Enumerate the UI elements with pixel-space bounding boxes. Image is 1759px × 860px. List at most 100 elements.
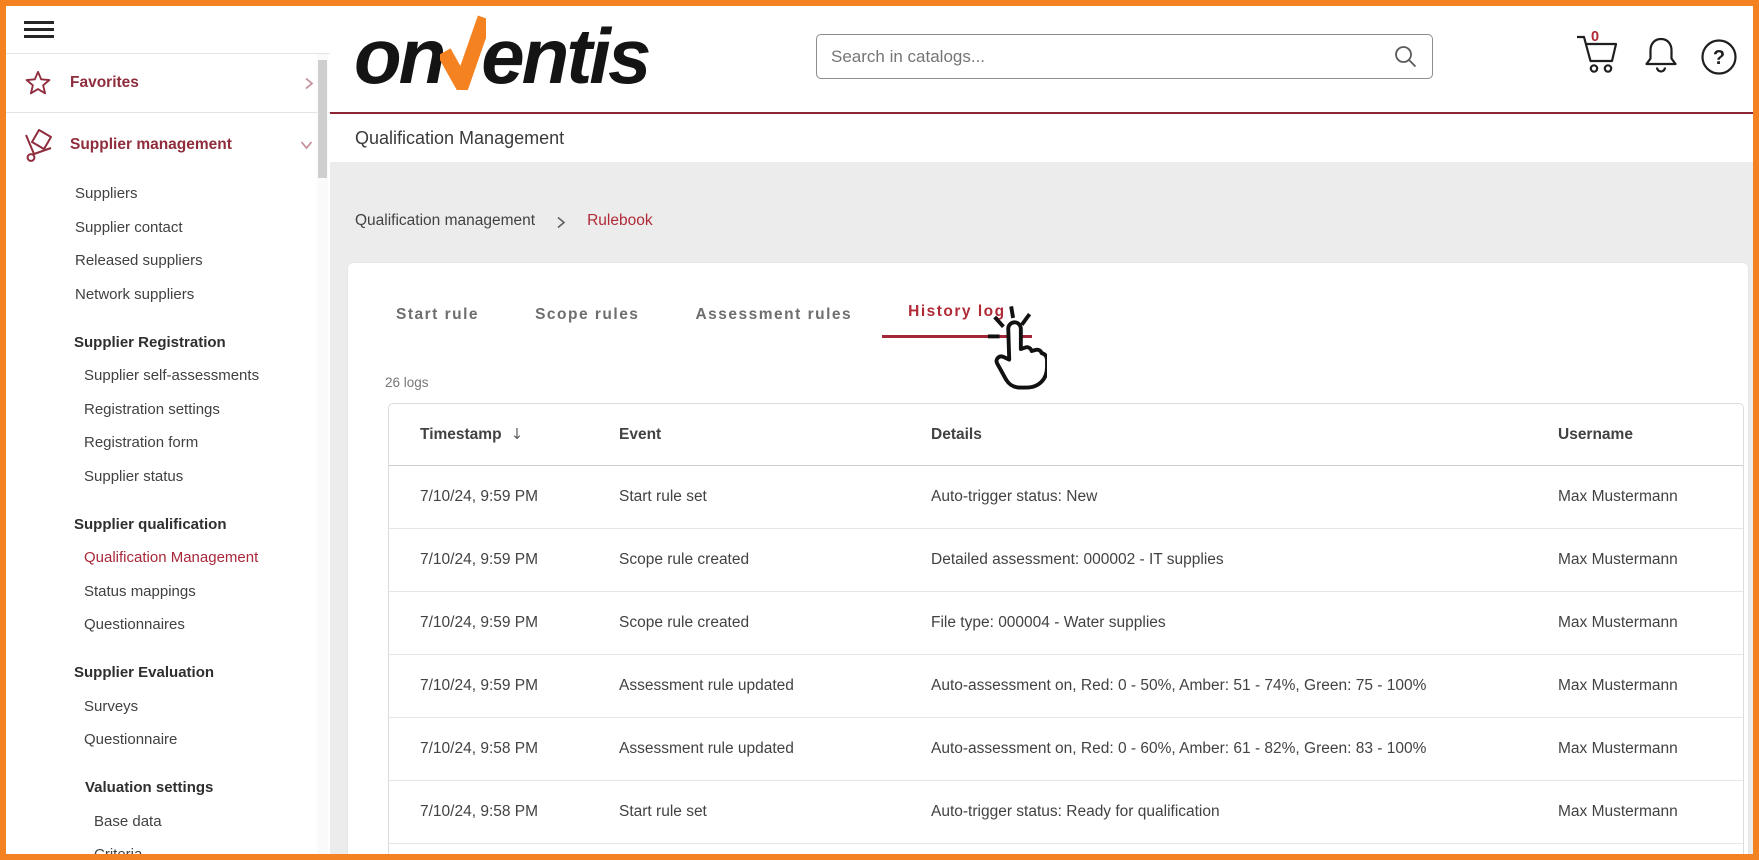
- sidebar-menu-item[interactable]: Supplier Registration: [6, 326, 330, 360]
- breadcrumb: Qualification management Rulebook: [355, 212, 653, 230]
- breadcrumb-chevron-icon: [556, 215, 566, 230]
- tab[interactable]: Assessment rules: [695, 306, 852, 338]
- top-header: onentis 0: [330, 6, 1753, 114]
- hand-truck-icon: [21, 128, 55, 162]
- sidebar-menu-item-label: Supplier Registration: [74, 334, 226, 351]
- hamburger-menu-icon[interactable]: [24, 16, 54, 42]
- sidebar-menu-item[interactable]: Valuation settings: [6, 771, 330, 805]
- app-window: Favorites Supplier management: [0, 0, 1759, 860]
- onventis-logo: onentis: [354, 10, 648, 109]
- table-row[interactable]: 7/10/24, 9:59 PM Start rule set Auto-tri…: [389, 466, 1743, 529]
- cell-timestamp: 7/10/24, 9:58 PM: [389, 718, 619, 781]
- sidebar-menu-item[interactable]: Supplier qualification: [6, 508, 330, 542]
- sidebar-menu-item[interactable]: Qualification Management: [6, 541, 330, 575]
- sidebar-menu-item[interactable]: Supplier status: [6, 460, 330, 494]
- sidebar-menu-item-label: Surveys: [84, 698, 138, 715]
- column-header-event[interactable]: Event: [619, 404, 931, 466]
- cell-timestamp: 7/10/24, 9:59 PM: [389, 466, 619, 529]
- table-header-row: Timestamp↓ Event Details Username: [389, 404, 1743, 466]
- cell-username: Max Mustermann: [1558, 781, 1743, 844]
- cell-username: Max Mustermann: [1558, 592, 1743, 655]
- cell-username: Max Mustermann: [1558, 655, 1743, 718]
- column-header-details[interactable]: Details: [931, 404, 1558, 466]
- sidebar-menu-item-label: Qualification Management: [84, 549, 258, 566]
- sidebar-item-supplier-management[interactable]: Supplier management: [6, 113, 330, 176]
- sidebar-menu-item[interactable]: Released suppliers: [6, 244, 330, 278]
- notifications-bell-icon[interactable]: [1642, 35, 1680, 82]
- sidebar: Favorites Supplier management: [6, 6, 331, 854]
- cell-timestamp: 7/10/24, 9:59 PM: [389, 529, 619, 592]
- table-row[interactable]: 7/10/24, 9:59 PM Scope rule created File…: [389, 592, 1743, 655]
- column-header-username[interactable]: Username: [1558, 404, 1743, 466]
- sidebar-menu-item[interactable]: Supplier Evaluation: [6, 656, 330, 690]
- sidebar-scrollbar-thumb[interactable]: [318, 60, 327, 178]
- sidebar-menu-item[interactable]: Base data: [6, 805, 330, 839]
- cell-event: Scope rule created: [619, 592, 931, 655]
- logo-text-on: on: [354, 12, 443, 100]
- sidebar-scrollbar[interactable]: [317, 54, 328, 854]
- tab-label: Start rule: [396, 306, 479, 323]
- sidebar-menu-item-label: Suppliers: [75, 185, 138, 202]
- sidebar-menu-item[interactable]: Questionnaires: [6, 608, 330, 642]
- sidebar-menu-item[interactable]: Supplier self-assessments: [6, 359, 330, 393]
- sidebar-menu-item[interactable]: Questionnaire: [6, 723, 330, 757]
- cell-event: Scope rule created: [619, 529, 931, 592]
- sidebar-menu-item[interactable]: Supplier contact: [6, 211, 330, 245]
- column-header-timestamp[interactable]: Timestamp↓: [389, 404, 619, 466]
- sidebar-menu-item[interactable]: Status mappings: [6, 575, 330, 609]
- sidebar-menu-item[interactable]: Criteria: [6, 838, 330, 854]
- tab-bar: Start rule Scope rules Assessment rules …: [348, 263, 1748, 338]
- help-icon[interactable]: ?: [1700, 38, 1738, 81]
- chevron-down-icon: [298, 139, 315, 151]
- sidebar-menu-item-label: Base data: [94, 813, 162, 830]
- tab-label: History log: [908, 303, 1005, 320]
- section-title-bar: Qualification Management: [330, 114, 1753, 162]
- rulebook-card: Start rule Scope rules Assessment rules …: [347, 262, 1749, 854]
- logo-check-icon: [440, 14, 486, 109]
- sidebar-menu-item-label: Criteria: [94, 846, 142, 854]
- sidebar-menu-item-label: Supplier qualification: [74, 516, 227, 533]
- history-log-table: Timestamp↓ Event Details Username 7/10/2…: [388, 403, 1744, 854]
- search-icon[interactable]: [1393, 44, 1419, 75]
- cell-details: Detailed assessment: 000002 - IT supplie…: [931, 529, 1558, 592]
- content-area: Qualification management Rulebook Start …: [330, 162, 1753, 854]
- cell-event: Assessment rule updated: [619, 718, 931, 781]
- tab[interactable]: Start rule: [396, 306, 479, 338]
- sidebar-menu-item-label: Supplier status: [84, 468, 183, 485]
- logs-count: 26 logs: [385, 375, 1748, 390]
- search-input[interactable]: [816, 34, 1433, 79]
- cell-username: Max Mustermann: [1558, 466, 1743, 529]
- cell-timestamp: 7/10/24, 9:59 PM: [389, 592, 619, 655]
- tab-label: Scope rules: [535, 306, 639, 323]
- cell-details: Auto-trigger status: New: [931, 466, 1558, 529]
- sidebar-menu: Suppliers Supplier contact Released supp…: [6, 176, 330, 854]
- cart-button[interactable]: 0: [1574, 30, 1620, 76]
- sidebar-item-label: Supplier management: [70, 136, 232, 154]
- sidebar-menu-item[interactable]: Registration settings: [6, 393, 330, 427]
- table-row[interactable]: 7/10/24, 9:58 PM Start rule set Auto-tri…: [389, 781, 1743, 844]
- sidebar-item-label: Favorites: [70, 74, 139, 92]
- breadcrumb-current[interactable]: Rulebook: [587, 212, 653, 230]
- cell-event: Start rule set: [619, 466, 931, 529]
- table-row[interactable]: 7/10/24, 9:59 PM Scope rule created Deta…: [389, 529, 1743, 592]
- cell-username: Max Mustermann: [1558, 718, 1743, 781]
- cell-event: Start rule set: [619, 781, 931, 844]
- breadcrumb-parent[interactable]: Qualification management: [355, 212, 535, 230]
- sidebar-item-favorites[interactable]: Favorites: [6, 54, 330, 113]
- tab[interactable]: History log: [882, 303, 1031, 338]
- tab[interactable]: Scope rules: [535, 306, 639, 338]
- table-row[interactable]: 7/10/24, 9:59 PM Assessment rule updated…: [389, 655, 1743, 718]
- sidebar-top: [6, 6, 330, 54]
- main-area: onentis 0: [330, 6, 1753, 854]
- star-icon: [21, 69, 55, 97]
- sidebar-menu-item-label: Supplier Evaluation: [74, 664, 214, 681]
- sidebar-menu-item[interactable]: Suppliers: [6, 177, 330, 211]
- sidebar-menu-item[interactable]: Registration form: [6, 426, 330, 460]
- svg-text:?: ?: [1713, 47, 1725, 69]
- table-row[interactable]: 7/10/24, 9:58 PM Assessment rule updated…: [389, 718, 1743, 781]
- cell-timestamp: 7/10/24, 9:59 PM: [389, 655, 619, 718]
- sidebar-menu-item[interactable]: Surveys: [6, 690, 330, 724]
- sidebar-menu-item[interactable]: Network suppliers: [6, 278, 330, 312]
- sort-desc-icon[interactable]: ↓: [511, 425, 524, 443]
- sidebar-menu-item-label: Status mappings: [84, 583, 196, 600]
